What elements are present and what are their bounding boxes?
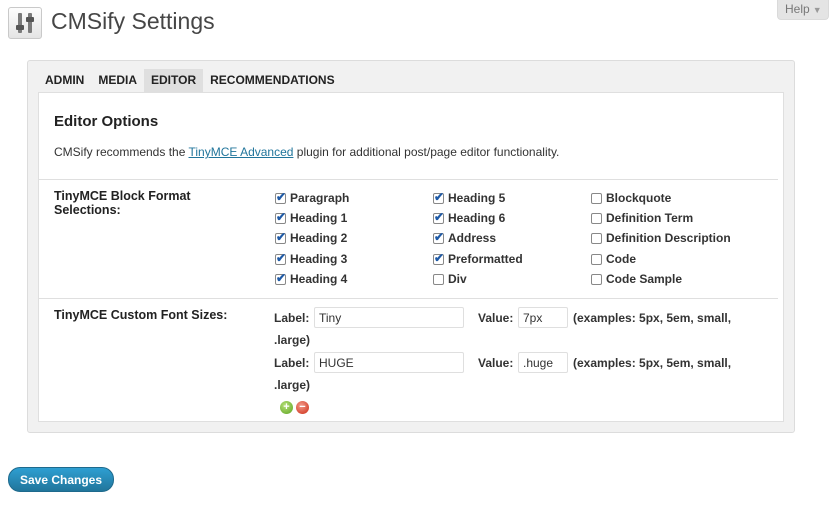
block-format-checkbox[interactable] xyxy=(433,251,444,265)
block-format-checkbox[interactable] xyxy=(433,230,444,244)
intro-before: CMSify recommends the xyxy=(54,145,189,159)
block-format-checkbox[interactable] xyxy=(275,251,286,265)
section-title: Editor Options xyxy=(54,113,159,130)
block-format-checkbox[interactable] xyxy=(433,190,444,204)
block-format-option: Blockquote xyxy=(591,189,671,207)
block-format-option: Heading 6 xyxy=(433,209,505,227)
font-size-value-caption: Value: xyxy=(478,311,514,325)
settings-panel: ADMIN MEDIA EDITOR RECOMMENDATIONS Edito… xyxy=(27,60,795,433)
examples-hint-cont: .large) xyxy=(274,333,311,347)
block-format-label[interactable]: Definition Term xyxy=(606,211,693,225)
help-button[interactable]: Help ▼ xyxy=(777,0,829,20)
block-format-option: Paragraph xyxy=(275,189,349,207)
block-format-label: TinyMCE Block Format Selections: xyxy=(54,189,191,217)
block-format-label[interactable]: Heading 6 xyxy=(448,211,505,225)
block-format-label[interactable]: Address xyxy=(448,231,496,245)
tinymce-advanced-link[interactable]: TinyMCE Advanced xyxy=(189,145,294,159)
font-size-label-caption: Label: xyxy=(274,356,310,370)
chevron-down-icon: ▼ xyxy=(812,5,822,15)
divider xyxy=(39,179,778,180)
block-format-checkbox[interactable] xyxy=(433,273,444,285)
block-format-checkbox[interactable] xyxy=(591,232,602,244)
block-format-option: Address xyxy=(433,229,496,247)
block-format-checkbox[interactable] xyxy=(275,210,286,224)
intro-text: CMSify recommends the TinyMCE Advanced p… xyxy=(54,145,559,159)
block-format-option: Heading 4 xyxy=(275,270,347,288)
font-size-label-input[interactable] xyxy=(314,307,464,328)
block-format-checkbox[interactable] xyxy=(433,210,444,224)
block-format-option: Code xyxy=(591,250,636,268)
block-format-label[interactable]: Heading 3 xyxy=(290,252,347,266)
block-format-label[interactable]: Blockquote xyxy=(606,191,671,205)
examples-hint: (examples: 5px, 5em, small, xyxy=(573,311,732,325)
font-size-value-caption: Value: xyxy=(478,356,514,370)
tab-bar: ADMIN MEDIA EDITOR RECOMMENDATIONS xyxy=(38,69,342,93)
block-format-option: Definition Term xyxy=(591,209,693,227)
block-format-label[interactable]: Heading 4 xyxy=(290,272,347,286)
block-format-option: Heading 3 xyxy=(275,250,347,268)
block-format-checkbox[interactable] xyxy=(275,190,286,204)
block-format-option: Heading 2 xyxy=(275,229,347,247)
block-format-checkbox[interactable] xyxy=(275,230,286,244)
examples-hint: (examples: 5px, 5em, small, xyxy=(573,356,732,370)
add-font-size-button[interactable]: + xyxy=(280,401,293,414)
block-format-option: Heading 5 xyxy=(433,189,505,207)
block-format-option: Heading 1 xyxy=(275,209,347,227)
block-format-label[interactable]: Code Sample xyxy=(606,272,682,286)
block-format-option: Preformatted xyxy=(433,250,523,268)
block-format-checkbox[interactable] xyxy=(591,273,602,285)
block-format-label[interactable]: Paragraph xyxy=(290,191,349,205)
block-format-option: Code Sample xyxy=(591,270,682,288)
divider xyxy=(39,298,778,299)
font-size-label-caption: Label: xyxy=(274,311,310,325)
block-format-label[interactable]: Div xyxy=(448,272,467,286)
tab-editor[interactable]: EDITOR xyxy=(144,69,204,93)
block-format-checkbox[interactable] xyxy=(591,253,602,265)
font-size-label-input[interactable] xyxy=(314,352,464,373)
block-format-option: Div xyxy=(433,270,467,288)
font-sizes-label: TinyMCE Custom Font Sizes: xyxy=(54,308,228,322)
block-format-label[interactable]: Heading 1 xyxy=(290,211,347,225)
tab-admin[interactable]: ADMIN xyxy=(38,69,91,93)
font-size-value-input[interactable] xyxy=(518,352,568,373)
page-title: CMSify Settings xyxy=(51,8,215,34)
block-format-label[interactable]: Preformatted xyxy=(448,252,523,266)
block-format-label[interactable]: Definition Description xyxy=(606,231,731,245)
font-size-value-input[interactable] xyxy=(518,307,568,328)
block-format-checkbox[interactable] xyxy=(591,192,602,204)
help-label: Help xyxy=(785,2,810,16)
settings-sliders-icon xyxy=(8,7,42,39)
tab-media[interactable]: MEDIA xyxy=(91,69,144,93)
block-format-option: Definition Description xyxy=(591,229,731,247)
block-format-label[interactable]: Heading 2 xyxy=(290,231,347,245)
block-format-checkbox[interactable] xyxy=(275,271,286,285)
block-format-label[interactable]: Code xyxy=(606,252,636,266)
tab-recommendations[interactable]: RECOMMENDATIONS xyxy=(203,69,341,93)
intro-after: plugin for additional post/page editor f… xyxy=(293,145,560,159)
examples-hint-cont: .large) xyxy=(274,378,311,392)
block-format-label[interactable]: Heading 5 xyxy=(448,191,505,205)
save-changes-button[interactable]: Save Changes xyxy=(8,467,114,492)
remove-font-size-button[interactable]: − xyxy=(296,401,309,414)
block-format-checkbox[interactable] xyxy=(591,212,602,224)
editor-options-content: Editor Options CMSify recommends the Tin… xyxy=(38,92,784,422)
